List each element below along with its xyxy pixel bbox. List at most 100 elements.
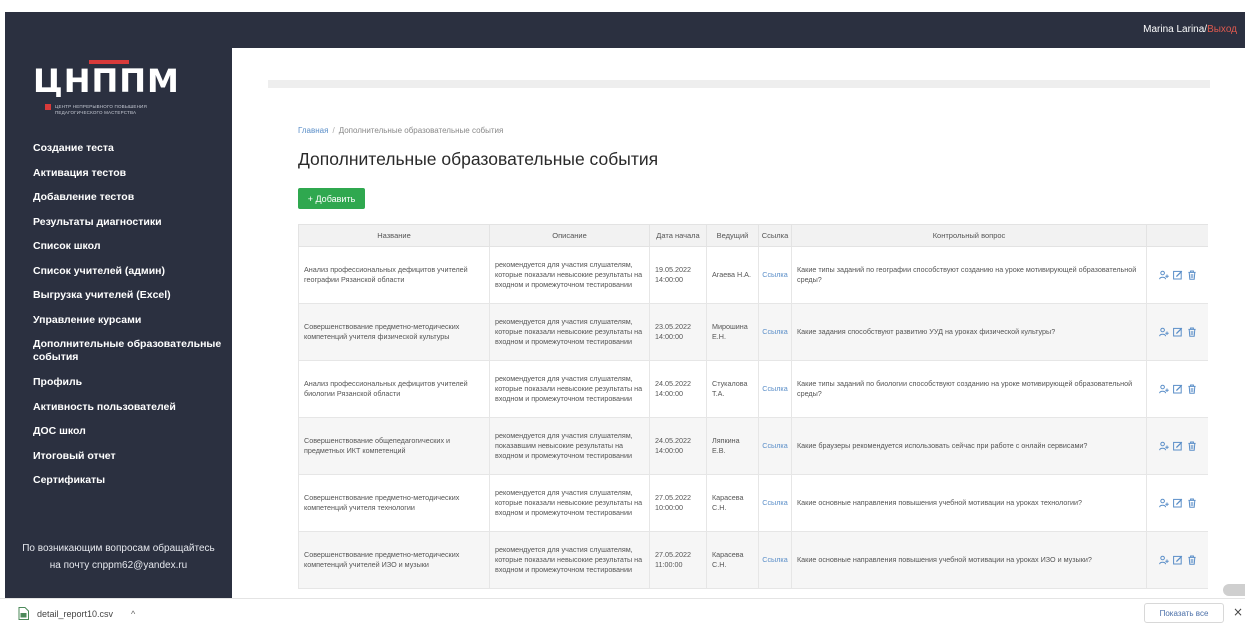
assign-user-icon[interactable] (1158, 498, 1169, 508)
cell-actions (1146, 417, 1208, 475)
sidebar-item-add-tests[interactable]: Добавление тестов (33, 191, 228, 216)
sidebar-item-additional-events[interactable]: Дополнительные образовательные события (33, 338, 228, 376)
cell-question: Какие типы заданий по биологии способств… (791, 360, 1147, 418)
sidebar-item-profile[interactable]: Профиль (33, 376, 228, 401)
sidebar-item-final-report[interactable]: Итоговый отчет (33, 450, 228, 475)
sidebar-item-course-management[interactable]: Управление курсами (33, 314, 228, 339)
show-all-downloads-button[interactable]: Показать все (1144, 603, 1224, 623)
cell-question: Какие основные направления повышения уче… (791, 474, 1147, 532)
table-row: Совершенствование предметно-методических… (298, 474, 1208, 532)
cell-start-date: 24.05.2022 14:00:00 (649, 360, 707, 418)
sidebar: ЦНППМ ЦЕНТР НЕПРЕРЫВНОГО ПОВЫШЕНИЯ ПЕДАГ… (5, 48, 232, 598)
cell-host: Стукалова Т.А. (706, 360, 759, 418)
sidebar-item-schools[interactable]: Список школ (33, 240, 228, 265)
column-header-actions (1146, 224, 1208, 247)
cell-description: рекомендуется для участия слушателям, по… (489, 417, 650, 475)
trash-icon[interactable] (1187, 498, 1197, 508)
cell-actions (1146, 360, 1208, 418)
cell-name: Совершенствование общепедагогических и п… (298, 417, 490, 475)
edit-icon[interactable] (1172, 555, 1183, 565)
assign-user-icon[interactable] (1158, 270, 1169, 280)
cell-name: Анализ профессиональных дефицитов учител… (298, 246, 490, 304)
logo-subtitle-2: ПЕДАГОГИЧЕСКОГО МАСТЕРСТВА (55, 110, 137, 115)
edit-icon[interactable] (1172, 498, 1183, 508)
cell-question: Какие основные направления повышения уче… (791, 531, 1147, 589)
cell-description: рекомендуется для участия слушателям, ко… (489, 531, 650, 589)
cell-name: Совершенствование предметно-методических… (298, 531, 490, 589)
assign-user-icon[interactable] (1158, 327, 1169, 337)
cell-link[interactable]: Ссылка (758, 246, 792, 304)
add-button[interactable]: + Добавить (298, 188, 365, 209)
column-header-link: Ссылка (758, 224, 792, 247)
trash-icon[interactable] (1187, 270, 1197, 280)
cell-host: Карасева С.Н. (706, 474, 759, 532)
column-header-question: Контрольный вопрос (791, 224, 1147, 247)
sidebar-item-activate-tests[interactable]: Активация тестов (33, 167, 228, 192)
logout-link[interactable]: Выход (1207, 24, 1237, 35)
edit-icon[interactable] (1172, 441, 1183, 451)
trash-icon[interactable] (1187, 441, 1197, 451)
cell-link[interactable]: Ссылка (758, 303, 792, 361)
sidebar-item-create-test[interactable]: Создание теста (33, 142, 228, 167)
cell-actions (1146, 531, 1208, 589)
sidebar-item-user-activity[interactable]: Активность пользователей (33, 401, 228, 426)
sidebar-item-diagnostics-results[interactable]: Результаты диагностики (33, 216, 228, 241)
trash-icon[interactable] (1187, 384, 1197, 394)
cell-description: рекомендуется для участия слушателям, ко… (489, 474, 650, 532)
cell-start-date: 27.05.2022 11:00:00 (649, 531, 707, 589)
download-file-name: detail_report10.csv (37, 608, 114, 619)
column-header-start-date: Дата начала (649, 224, 707, 247)
cell-actions (1146, 474, 1208, 532)
chevron-up-icon[interactable]: ^ (131, 609, 135, 619)
cell-start-date: 19.05.2022 14:00:00 (649, 246, 707, 304)
cell-link[interactable]: Ссылка (758, 531, 792, 589)
main-content: Главная / Дополнительные образовательные с… (232, 48, 1245, 598)
csv-file-icon (18, 607, 29, 622)
cell-name: Совершенствование предметно-методических… (298, 303, 490, 361)
edit-icon[interactable] (1172, 327, 1183, 337)
cell-link[interactable]: Ссылка (758, 474, 792, 532)
events-table-container[interactable]: Название Описание Дата начала Ведущий Сс… (298, 224, 1208, 598)
sidebar-item-school-events[interactable]: ДОС школ (33, 425, 228, 450)
contact-email[interactable]: на почту cnppm62@yandex.ru (5, 557, 232, 574)
user-name[interactable]: Marina Larina (1143, 24, 1204, 35)
breadcrumb: Главная / Дополнительные образовательные с… (298, 126, 503, 135)
edit-icon[interactable] (1172, 270, 1183, 280)
trash-icon[interactable] (1187, 327, 1197, 337)
contact-line-1: По возникающим вопросам обращайтесь (22, 543, 215, 554)
sidebar-item-teachers-admin[interactable]: Список учителей (админ) (33, 265, 228, 290)
cell-description: рекомендуется для участия слушателям, ко… (489, 246, 650, 304)
assign-user-icon[interactable] (1158, 384, 1169, 394)
cell-link[interactable]: Ссылка (758, 417, 792, 475)
page-scrollbar-thumb[interactable] (1223, 584, 1245, 596)
breadcrumb-current: Дополнительные образовательные события (338, 126, 504, 135)
sidebar-item-export-teachers[interactable]: Выгрузка учителей (Excel) (33, 289, 228, 314)
edit-icon[interactable] (1172, 384, 1183, 394)
assign-user-icon[interactable] (1158, 555, 1169, 565)
cell-host: Мирошина Е.Н. (706, 303, 759, 361)
cell-start-date: 24.05.2022 14:00:00 (649, 417, 707, 475)
download-item[interactable]: detail_report10.csv ^ (18, 607, 135, 621)
table-row: Совершенствование предметно-методических… (298, 303, 1208, 361)
events-table: Название Описание Дата начала Ведущий Сс… (298, 224, 1208, 589)
table-header-row: Название Описание Дата начала Ведущий Сс… (298, 224, 1208, 247)
logo[interactable]: ЦНППМ ЦЕНТР НЕПРЕРЫВНОГО ПОВЫШЕНИЯ ПЕДАГ… (33, 60, 233, 120)
cell-question: Какие типы заданий по географии способст… (791, 246, 1147, 304)
cell-description: рекомендуется для участия слушателям, ко… (489, 303, 650, 361)
column-header-name: Название (298, 224, 490, 247)
sidebar-item-certificates[interactable]: Сертификаты (33, 474, 228, 499)
logo-text: ЦНППМ (33, 62, 180, 100)
top-bar: Marina Larina/Выход (5, 12, 1245, 48)
table-row: Анализ профессиональных дефицитов учител… (298, 360, 1208, 418)
breadcrumb-separator: / (332, 126, 335, 135)
breadcrumb-home[interactable]: Главная (298, 126, 328, 135)
cell-name: Совершенствование предметно-методических… (298, 474, 490, 532)
trash-icon[interactable] (1187, 555, 1197, 565)
logo-accent-square (45, 104, 51, 110)
close-icon[interactable]: × (1233, 605, 1243, 619)
download-bar: detail_report10.csv ^ Показать все × (0, 598, 1245, 626)
table-row: Анализ профессиональных дефицитов учител… (298, 246, 1208, 304)
cell-host: Агаева Н.А. (706, 246, 759, 304)
cell-link[interactable]: Ссылка (758, 360, 792, 418)
assign-user-icon[interactable] (1158, 441, 1169, 451)
